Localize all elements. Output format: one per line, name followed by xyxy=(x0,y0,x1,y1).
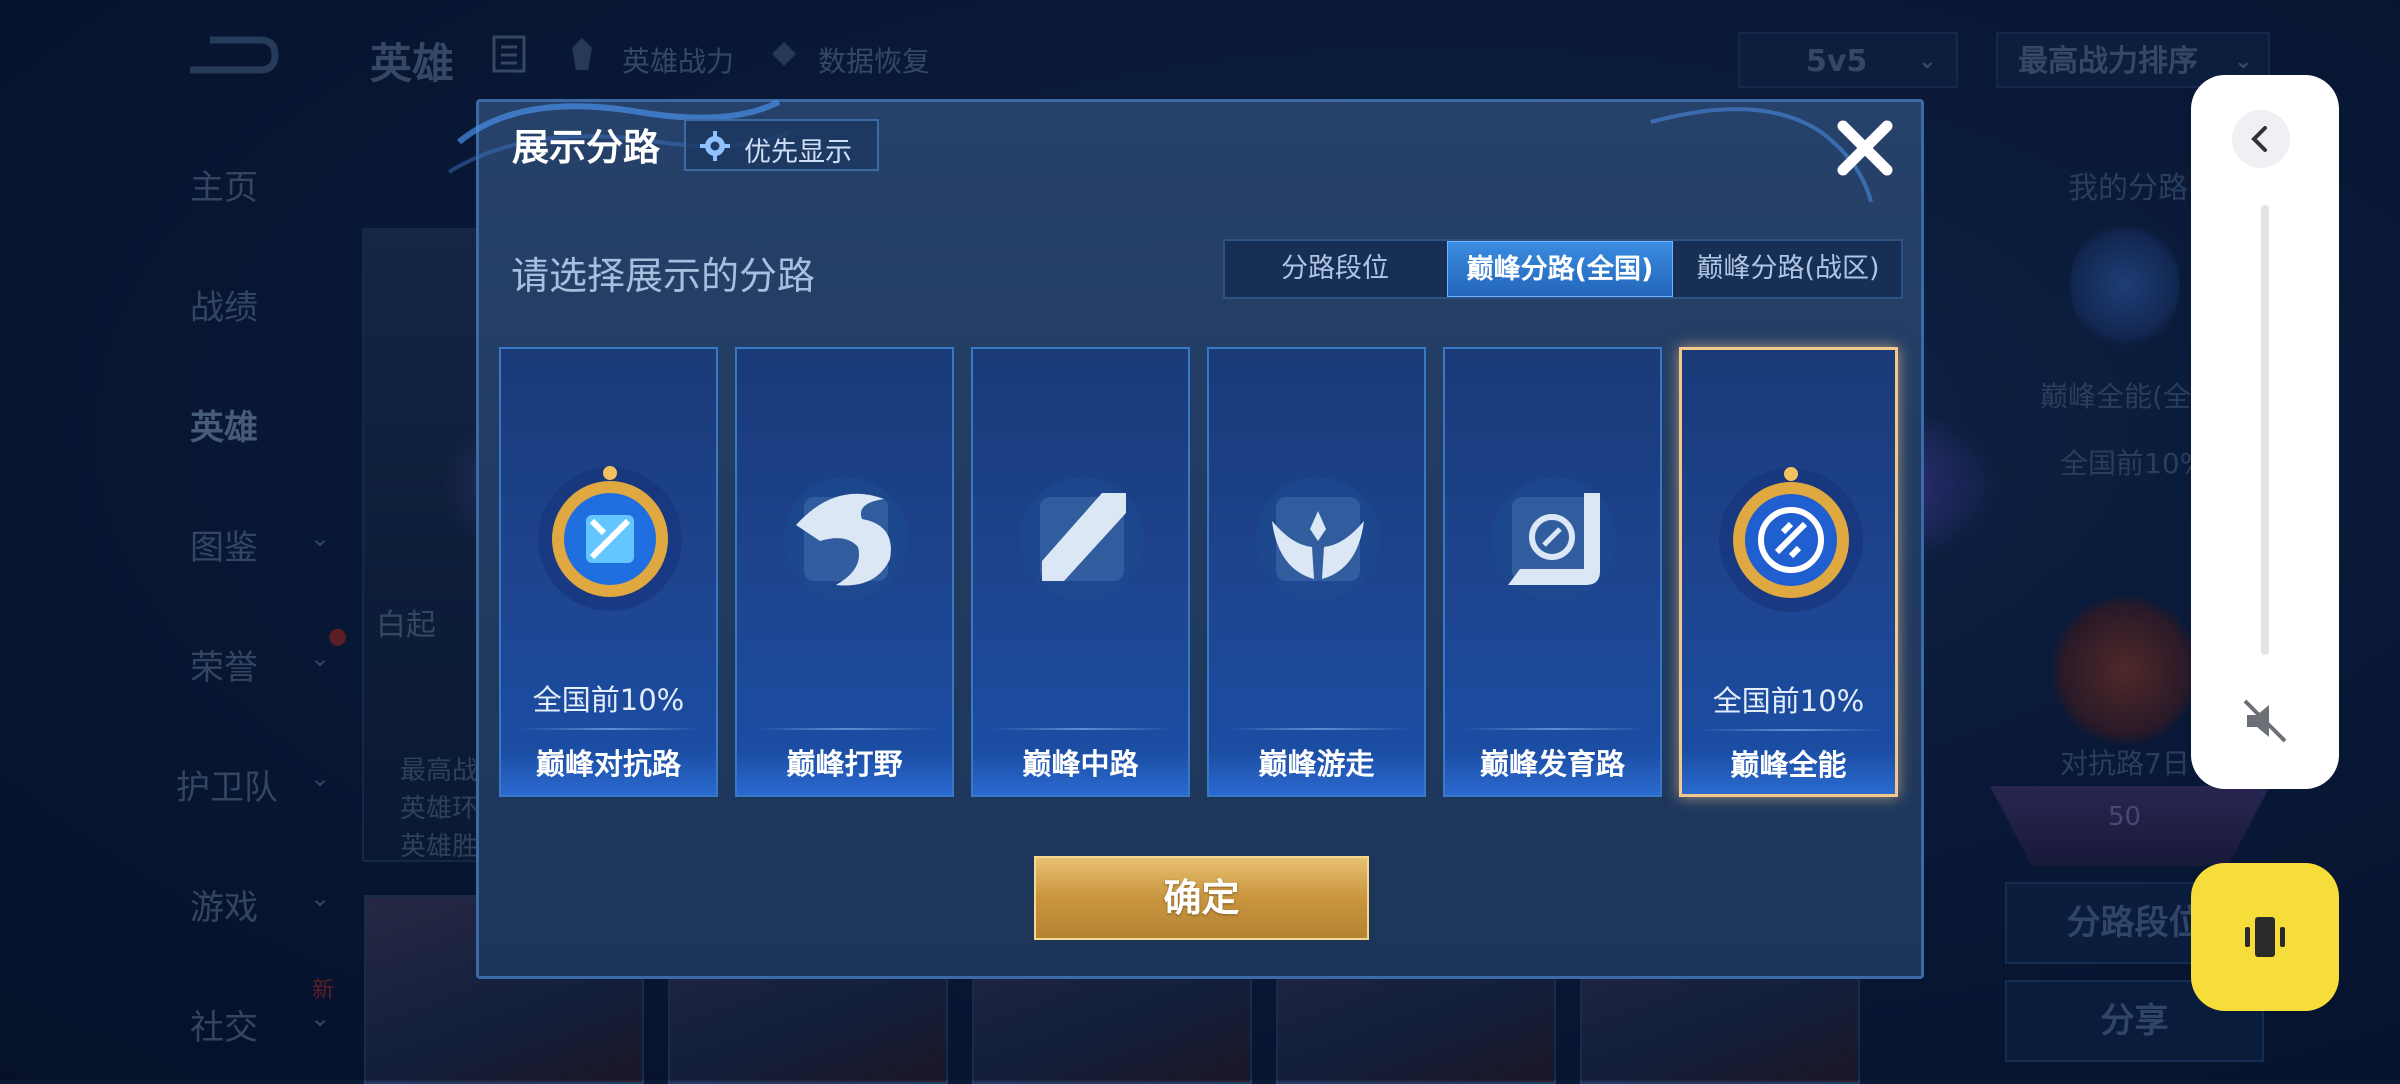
dragon-jungle-icon xyxy=(784,477,908,601)
dialog-subtitle: 请选择展示的分路 xyxy=(511,254,816,298)
volume-slider[interactable] xyxy=(2261,205,2269,655)
lane-name: 巅峰游走 xyxy=(1258,747,1375,781)
all-round-icon xyxy=(1719,467,1863,612)
divider xyxy=(991,728,1174,730)
divider xyxy=(755,728,938,730)
sword-lane-icon xyxy=(538,466,682,611)
lane-name: 巅峰全能 xyxy=(1730,748,1847,782)
staff-mid-icon xyxy=(1020,477,1144,601)
tab-lane-rank[interactable]: 分路段位 xyxy=(1225,241,1445,297)
lane-type-tabs: 分路段位 巅峰分路(全国) 巅峰分路(战区) xyxy=(1223,239,1903,299)
lane-card-mid[interactable]: 巅峰中路 xyxy=(971,347,1190,797)
lane-card-all-round[interactable]: 全国前10% 巅峰全能 xyxy=(1679,347,1898,797)
divider xyxy=(1227,728,1410,730)
close-icon[interactable] xyxy=(1829,112,1901,184)
lane-card-support[interactable]: 巅峰游走 xyxy=(1207,347,1426,797)
gear-icon xyxy=(700,131,730,161)
tab-peak-national[interactable]: 巅峰分路(全国) xyxy=(1447,241,1673,297)
wings-support-icon xyxy=(1256,477,1380,601)
divider xyxy=(1463,728,1646,730)
lane-rank-text: 全国前10% xyxy=(532,683,685,717)
lane-card-marksman[interactable]: 巅峰发育路 xyxy=(1443,347,1662,797)
divider xyxy=(519,728,702,730)
lane-rank-text: 全国前10% xyxy=(1712,684,1865,718)
lane-card-jungle[interactable]: 巅峰打野 xyxy=(735,347,954,797)
lane-name: 巅峰发育路 xyxy=(1479,747,1625,781)
bow-marksman-icon xyxy=(1492,477,1616,601)
divider xyxy=(1700,729,1883,731)
lane-name: 巅峰打野 xyxy=(786,747,903,781)
priority-display-button[interactable]: 优先显示 xyxy=(684,119,879,171)
chevron-left-icon xyxy=(2251,126,2267,152)
mute-icon[interactable] xyxy=(2239,695,2291,747)
collapse-button[interactable] xyxy=(2232,110,2290,168)
vibrate-icon xyxy=(2245,917,2285,957)
lane-card-top[interactable]: 全国前10% 巅峰对抗路 xyxy=(499,347,718,797)
tab-peak-region[interactable]: 巅峰分路(战区) xyxy=(1675,241,1901,297)
lane-display-dialog: 展示分路 优先显示 请选择展示的分路 分路段位 巅峰分路(全国) 巅峰分路(战区… xyxy=(447,99,1924,979)
vibrate-toggle[interactable] xyxy=(2191,863,2339,1011)
lane-name: 巅峰对抗路 xyxy=(535,747,681,781)
volume-panel xyxy=(2191,75,2339,789)
lane-name: 巅峰中路 xyxy=(1022,747,1139,781)
confirm-button[interactable]: 确定 xyxy=(1034,856,1369,940)
dialog-title: 展示分路 xyxy=(512,126,660,169)
priority-display-label: 优先显示 xyxy=(744,137,852,168)
